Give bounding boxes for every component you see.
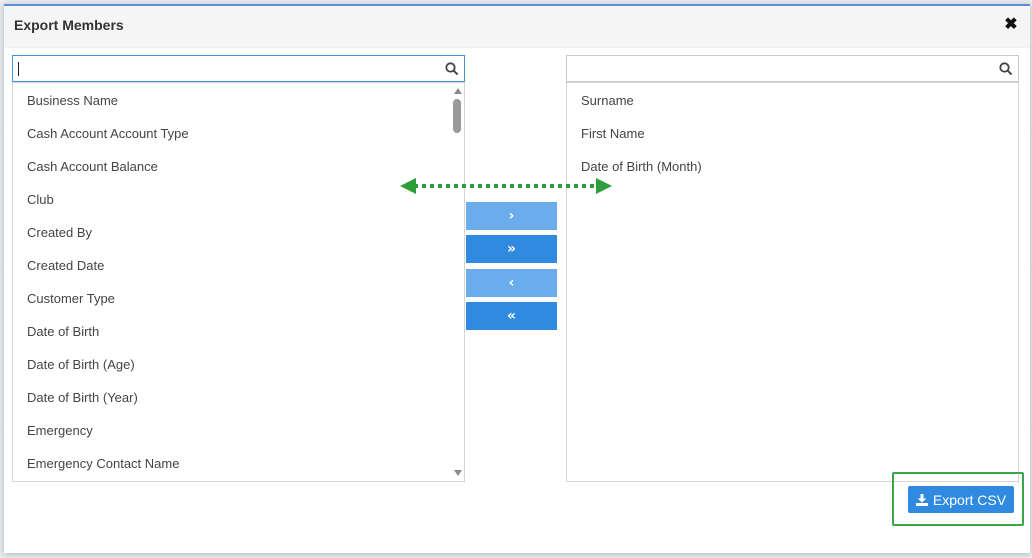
scrollbar[interactable] (451, 83, 464, 481)
export-csv-label: Export CSV (932, 491, 1007, 508)
list-item[interactable]: Emergency (27, 423, 93, 438)
move-selected-right-button[interactable]: › (466, 202, 557, 230)
move-selected-left-button[interactable]: ‹ (466, 269, 557, 297)
list-item[interactable]: Customer Type (27, 291, 115, 306)
scroll-down-arrow-icon[interactable] (454, 470, 462, 476)
list-item[interactable]: Date of Birth (Year) (27, 390, 138, 405)
search-icon[interactable] (999, 62, 1013, 76)
list-item[interactable]: Surname (581, 93, 634, 108)
drag-annotation-arrow-icon (400, 178, 612, 194)
available-fields-list[interactable]: Business Name Cash Account Account Type … (12, 82, 465, 482)
available-fields-search[interactable] (12, 55, 465, 82)
list-item[interactable]: Date of Birth (27, 324, 99, 339)
move-all-right-button[interactable]: » (466, 235, 557, 263)
list-item[interactable]: Created Date (27, 258, 104, 273)
selected-fields-search-input[interactable] (567, 56, 992, 81)
list-item[interactable]: Cash Account Account Type (27, 126, 189, 141)
download-icon (915, 493, 928, 506)
selected-fields-list[interactable]: Surname First Name Date of Birth (Month) (566, 82, 1019, 482)
selected-fields-search[interactable] (566, 55, 1019, 82)
available-fields-search-input[interactable] (13, 56, 438, 81)
list-item[interactable]: Business Name (27, 93, 118, 108)
search-icon[interactable] (445, 62, 459, 76)
list-item[interactable]: First Name (581, 126, 645, 141)
list-item[interactable]: Club (27, 192, 54, 207)
list-item[interactable]: Emergency Contact Name (27, 456, 179, 471)
list-item[interactable]: Date of Birth (Age) (27, 357, 135, 372)
list-item[interactable]: Cash Account Balance (27, 159, 158, 174)
export-csv-button[interactable]: Export CSV (908, 486, 1014, 513)
close-icon[interactable]: ✖ (1004, 17, 1018, 33)
modal-header: Export Members ✖ (4, 6, 1030, 48)
scrollbar-thumb[interactable] (453, 99, 461, 133)
modal-title: Export Members (14, 17, 124, 33)
scroll-up-arrow-icon[interactable] (454, 88, 462, 94)
text-cursor (18, 62, 19, 76)
list-item[interactable]: Created By (27, 225, 92, 240)
move-all-left-button[interactable]: « (466, 302, 557, 330)
